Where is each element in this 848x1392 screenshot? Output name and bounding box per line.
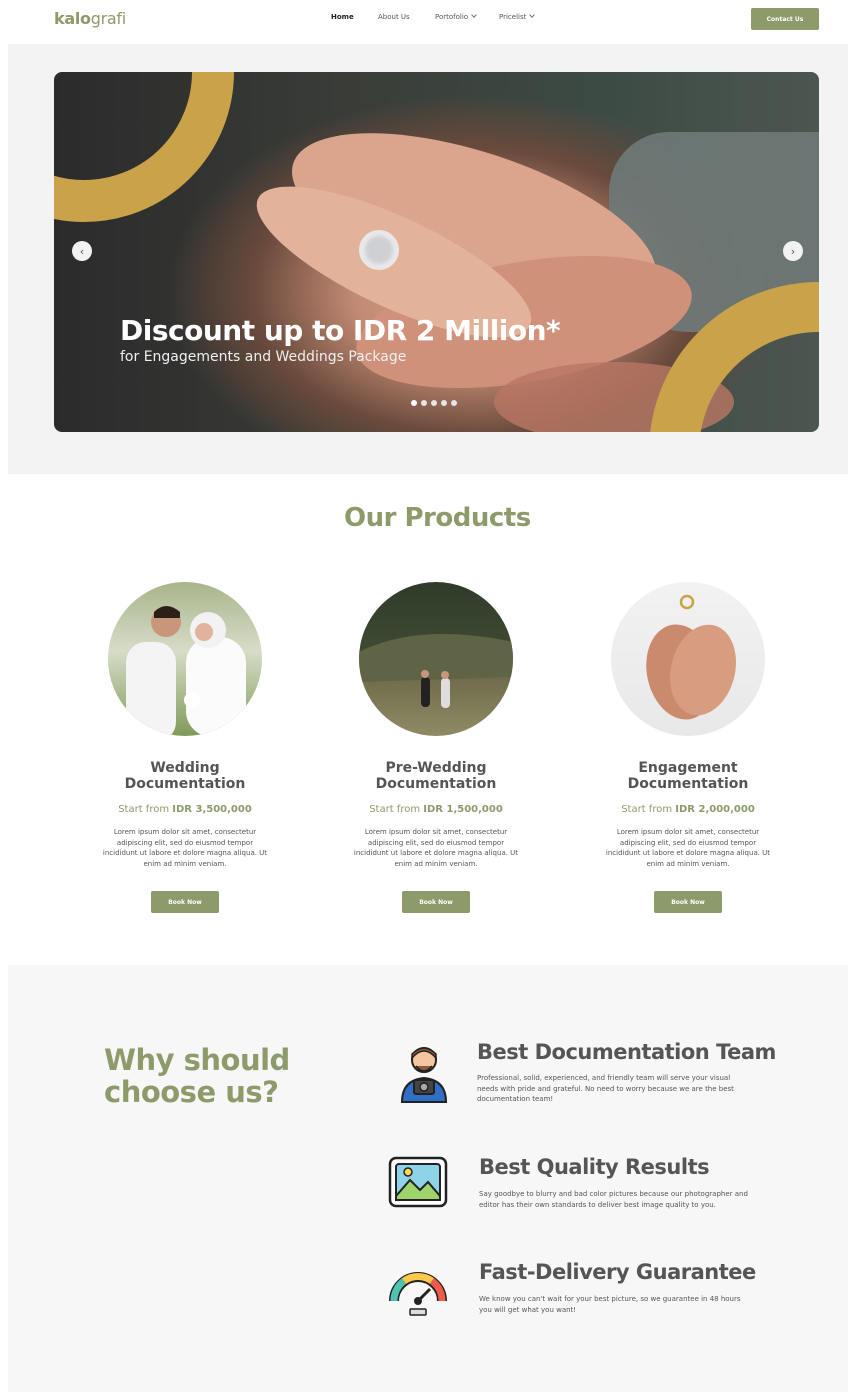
wedding-photo <box>108 582 262 736</box>
product-name: Pre-Wedding Documentation <box>375 760 497 792</box>
chevron-down-icon <box>529 12 536 18</box>
chevron-right-icon: › <box>790 244 796 258</box>
products-title: Our Products <box>344 503 531 533</box>
product-price: Start from IDR 1,500,000 <box>369 804 503 815</box>
product-description: Lorem ipsum dolor sit amet, consectetur … <box>353 828 519 868</box>
carousel-indicators <box>411 400 457 406</box>
book-now-button[interactable]: Book Now <box>151 891 219 913</box>
carousel-prev-button[interactable]: ‹ <box>72 241 92 261</box>
product-card: Engagement Documentation Start from IDR 2… <box>598 582 778 913</box>
nav-link-home[interactable]: Home <box>331 13 354 21</box>
contact-us-button[interactable]: Contact Us <box>751 8 819 30</box>
feature-description: Say goodbye to blurry and bad color pict… <box>479 1190 748 1209</box>
pre-wedding-photo <box>359 582 513 736</box>
speedometer-icon <box>389 1272 447 1316</box>
book-now-button[interactable]: Book Now <box>402 891 470 913</box>
hero-title: Discount up to IDR 2 Million* <box>120 314 561 347</box>
product-name: Wedding Documentation <box>124 760 246 792</box>
carousel-dot[interactable] <box>421 400 427 406</box>
logo[interactable]: kalografi <box>54 9 126 28</box>
carousel-dot[interactable] <box>451 400 457 406</box>
carousel-next-button[interactable]: › <box>783 241 803 261</box>
feature-title: Best Documentation Team <box>477 1040 776 1064</box>
feature-description: Professional, solid, experienced, and fr… <box>477 1074 734 1103</box>
picture-frame-icon <box>388 1156 448 1208</box>
photographer-icon <box>400 1047 448 1103</box>
product-price: Start from IDR 2,000,000 <box>621 804 755 815</box>
product-name: Engagement Documentation <box>627 760 749 792</box>
chevron-left-icon: ‹ <box>79 244 85 258</box>
product-price: Start from IDR 3,500,000 <box>118 804 252 815</box>
feature-title: Fast-Delivery Guarantee <box>479 1260 756 1284</box>
feature-title: Best Quality Results <box>479 1155 710 1179</box>
carousel-dot[interactable] <box>441 400 447 406</box>
carousel-dot[interactable] <box>411 400 417 406</box>
nav-link-portfolio[interactable]: Portofolio <box>435 12 477 21</box>
chevron-down-icon <box>471 12 477 18</box>
book-now-button[interactable]: Book Now <box>654 891 722 913</box>
nav-link-pricelist[interactable]: Pricelist <box>499 12 536 21</box>
product-card: Pre-Wedding Documentation Start from IDR … <box>346 582 526 913</box>
ring-image <box>359 230 399 270</box>
feature-description: We know you can't wait for your best pic… <box>479 1295 741 1314</box>
product-card: Wedding Documentation Start from IDR 3,50… <box>95 582 275 913</box>
product-description: Lorem ipsum dolor sit amet, consectetur … <box>102 828 268 868</box>
hero-subtitle: for Engagements and Weddings Package <box>120 349 407 365</box>
nav-link-about[interactable]: About Us <box>378 13 410 21</box>
engagement-photo <box>611 582 765 736</box>
carousel-dot[interactable] <box>431 400 437 406</box>
why-title: Why should choose us? <box>104 1043 290 1109</box>
hero-carousel[interactable]: ‹ › Discount up to IDR 2 Million* for En… <box>54 72 819 432</box>
top-navbar: kalografi Home About Us Portofolio Price… <box>0 0 848 40</box>
product-description: Lorem ipsum dolor sit amet, consectetur … <box>605 828 771 868</box>
